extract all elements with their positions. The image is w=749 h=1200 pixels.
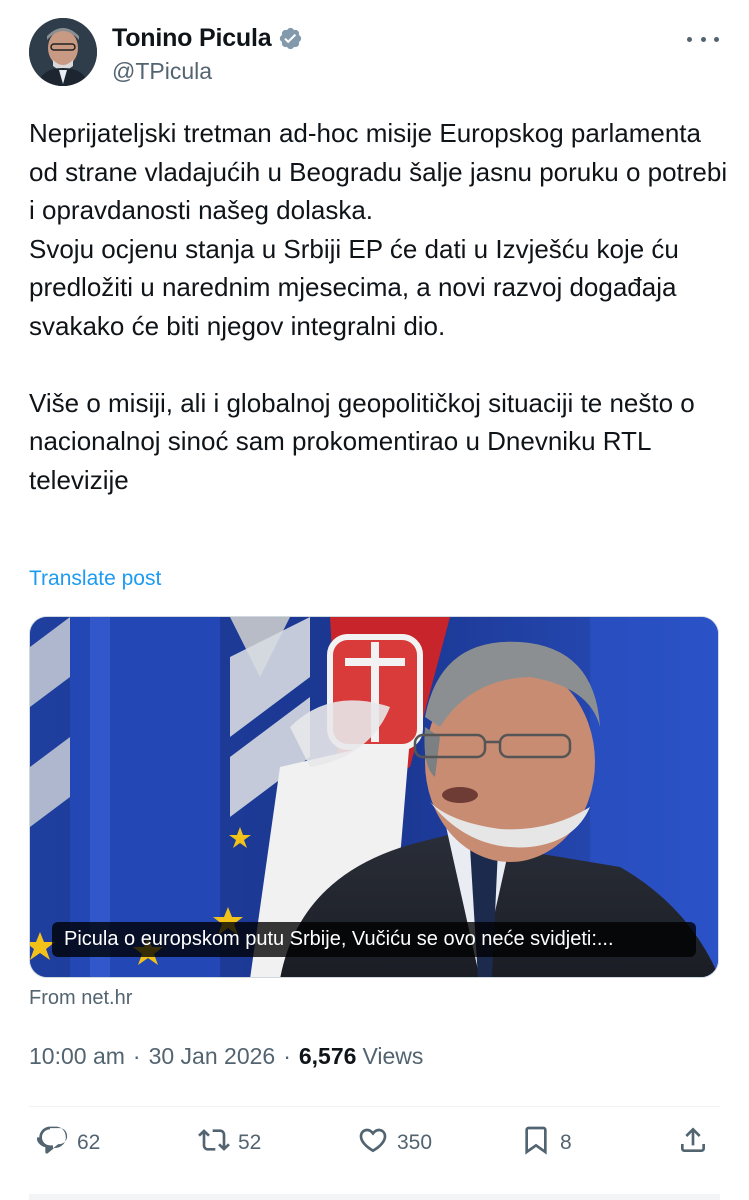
tweet-header: Tonino Picula @TPicula	[29, 18, 719, 90]
bookmark-button[interactable]: 8	[520, 1124, 572, 1162]
views-count: 6,576	[298, 1043, 357, 1069]
repost-icon	[198, 1124, 230, 1162]
media-card[interactable]: Picula o europskom putu Srbije, Vučiću s…	[29, 616, 719, 978]
bookmark-count: 8	[560, 1131, 572, 1154]
tweet-text: Neprijateljski tretman ad-hoc misije Eur…	[29, 118, 728, 495]
post-time[interactable]: 10:00 am	[29, 1043, 125, 1070]
like-button[interactable]: 350	[357, 1124, 432, 1162]
share-button[interactable]	[677, 1124, 709, 1162]
repost-count: 52	[238, 1131, 262, 1154]
video-caption: Picula o europskom putu Srbije, Vučiću s…	[52, 922, 696, 957]
bottom-separator	[29, 1194, 720, 1200]
heart-icon	[357, 1124, 389, 1162]
media-source-link[interactable]: From net.hr	[29, 987, 132, 1010]
more-dot	[700, 36, 706, 42]
user-handle[interactable]: @TPicula	[112, 58, 212, 85]
reply-button[interactable]: 62	[36, 1124, 101, 1162]
repost-button[interactable]: 52	[198, 1124, 261, 1162]
display-name[interactable]: Tonino Picula	[112, 24, 272, 53]
post-date[interactable]: 30 Jan 2026	[149, 1043, 276, 1070]
divider	[29, 1106, 720, 1107]
more-options-icon[interactable]	[687, 26, 719, 52]
more-dot	[687, 36, 692, 42]
verified-badge-icon	[278, 26, 303, 51]
share-icon	[677, 1124, 709, 1162]
action-bar: 62 52 350 8	[36, 1124, 713, 1168]
name-row: Tonino Picula	[112, 24, 303, 53]
more-dot	[714, 36, 719, 42]
meta-separator: ·	[283, 1043, 291, 1069]
like-count: 350	[397, 1131, 433, 1154]
bookmark-icon	[520, 1124, 552, 1162]
views-label: Views	[362, 1043, 424, 1069]
tweet-metadata: 10:00 am · 30 Jan 2026 · 6,576 Views	[29, 1043, 423, 1070]
reply-icon	[36, 1124, 69, 1162]
meta-separator: ·	[132, 1043, 141, 1069]
reply-count: 62	[77, 1131, 101, 1154]
translate-post-link[interactable]: Translate post	[29, 567, 161, 591]
avatar[interactable]	[29, 18, 97, 86]
